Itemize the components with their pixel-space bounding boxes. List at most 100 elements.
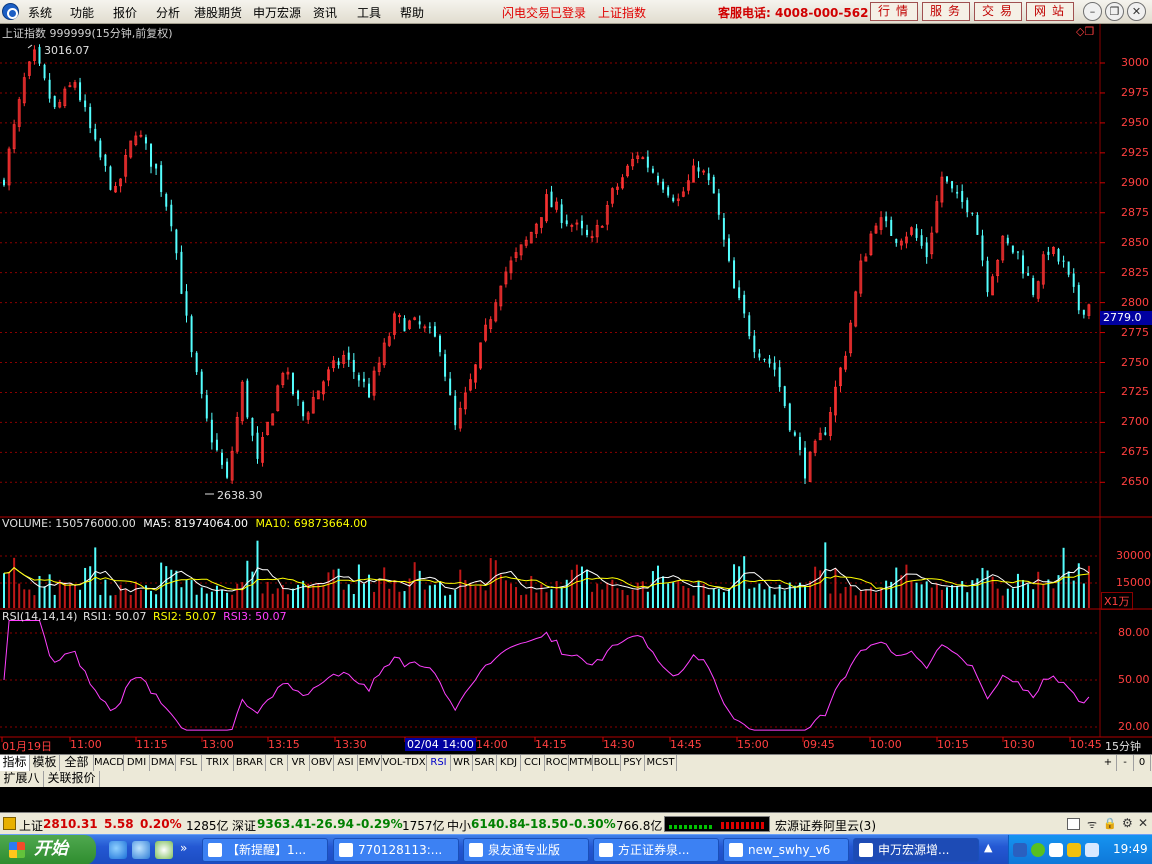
rsi-line bbox=[3, 620, 1090, 731]
taskbar-item-qq[interactable]: 770128113:... bbox=[333, 838, 459, 862]
tab-macd[interactable]: MACD bbox=[94, 755, 124, 771]
ie-icon[interactable] bbox=[109, 841, 127, 859]
sh-pct: 0.20% bbox=[140, 817, 182, 831]
status-signal-icon[interactable]: ᯤ bbox=[1087, 817, 1097, 832]
min-price-label: 2638.30 bbox=[217, 489, 263, 502]
candle-body bbox=[362, 378, 365, 382]
tab-mtm[interactable]: MTM bbox=[569, 755, 593, 771]
volume-bar bbox=[1032, 589, 1035, 608]
tab-control-0[interactable]: + bbox=[1100, 755, 1117, 771]
candle-body bbox=[976, 214, 979, 235]
broker-server[interactable]: 宏源证券阿里云(3) bbox=[775, 817, 876, 834]
volume-bar bbox=[788, 582, 791, 608]
volume-bar bbox=[276, 588, 279, 608]
volume-bar bbox=[104, 579, 107, 608]
volume-bar bbox=[362, 583, 365, 608]
tray-volume-icon[interactable] bbox=[1085, 843, 1099, 857]
browser-icon[interactable] bbox=[132, 841, 150, 859]
status-window-icon[interactable] bbox=[1067, 818, 1080, 830]
start-button[interactable]: 开始 bbox=[0, 835, 96, 864]
tray-keyboard-icon[interactable] bbox=[1013, 843, 1027, 857]
candle-body bbox=[43, 64, 46, 79]
taskbar-item-new-swhy[interactable]: new_swhy_v6 bbox=[723, 838, 849, 862]
tab-obv[interactable]: OBV bbox=[310, 755, 334, 771]
volume-bar bbox=[596, 583, 599, 608]
tab-brar[interactable]: BRAR bbox=[234, 755, 266, 771]
ma5-label: MA5: bbox=[143, 517, 171, 530]
taskbar-expand-icon[interactable]: ▲ bbox=[984, 841, 998, 859]
tab-kdj[interactable]: KDJ bbox=[497, 755, 521, 771]
volume-bar bbox=[84, 567, 87, 608]
volume-bar bbox=[550, 589, 553, 608]
tab--2[interactable]: 全部 bbox=[60, 755, 94, 771]
taskbar-more-icon[interactable]: » bbox=[180, 841, 190, 859]
volume-bar bbox=[509, 583, 512, 608]
candle-body bbox=[1022, 255, 1025, 274]
tab-fsl[interactable]: FSL bbox=[176, 755, 202, 771]
tab-emv[interactable]: EMV bbox=[358, 755, 382, 771]
price-tick-label: 2750 bbox=[1121, 355, 1149, 369]
tray-network-icon[interactable] bbox=[1049, 843, 1063, 857]
tab--0[interactable]: 指标 bbox=[0, 755, 30, 771]
kline-chart[interactable] bbox=[0, 0, 1152, 754]
volume-bar bbox=[271, 593, 274, 608]
volume-bar bbox=[43, 586, 46, 608]
tab-cci[interactable]: CCI bbox=[521, 755, 545, 771]
volume-bar bbox=[459, 569, 462, 608]
tab-mcst[interactable]: MCST bbox=[645, 755, 677, 771]
volume-bar bbox=[945, 587, 948, 608]
tray-shield-icon[interactable] bbox=[1067, 843, 1081, 857]
candle-body bbox=[890, 219, 893, 236]
time-tick-label: 09:45 bbox=[803, 738, 835, 751]
tab-asi[interactable]: ASI bbox=[334, 755, 358, 771]
tab-cr[interactable]: CR bbox=[266, 755, 288, 771]
candle-body bbox=[971, 212, 974, 214]
candle-body bbox=[657, 175, 659, 183]
volume-bar bbox=[905, 564, 908, 608]
volume-bar bbox=[286, 594, 289, 608]
tab-dmi[interactable]: DMI bbox=[124, 755, 150, 771]
price-tick-label: 2775 bbox=[1121, 325, 1149, 339]
chart-config-icon[interactable]: ◇❐ bbox=[1076, 25, 1094, 38]
status-lock-small-icon[interactable]: 🔒 bbox=[1103, 817, 1117, 830]
rsi1-value: 50.07 bbox=[115, 610, 147, 623]
tab-control-1[interactable]: - bbox=[1117, 755, 1134, 771]
status-close-icon[interactable]: ✕ bbox=[1138, 816, 1148, 830]
system-tray: 19:49 bbox=[1008, 835, 1152, 864]
tab-voltdx[interactable]: VOL-TDX bbox=[382, 755, 427, 771]
tab-trix[interactable]: TRIX bbox=[202, 755, 234, 771]
candle-body bbox=[753, 335, 756, 353]
taskbar-item-founder[interactable]: 方正证券泉... bbox=[593, 838, 719, 862]
volume-bar bbox=[712, 588, 715, 608]
tab-sar[interactable]: SAR bbox=[473, 755, 497, 771]
tab-dma[interactable]: DMA bbox=[150, 755, 176, 771]
tray-play-icon[interactable] bbox=[1031, 843, 1045, 857]
status-settings-icon[interactable]: ⚙ bbox=[1122, 816, 1133, 830]
volume-unit: X1万 bbox=[1101, 592, 1133, 610]
tab-psy[interactable]: PSY bbox=[621, 755, 645, 771]
tab-control-2[interactable]: 0 bbox=[1134, 755, 1151, 771]
tab-related-quote[interactable]: 关联报价 bbox=[44, 771, 100, 787]
candle-body bbox=[763, 358, 766, 360]
volume-bar bbox=[682, 585, 685, 608]
taskbar-item-reminder[interactable]: 【新提醒】1... bbox=[202, 838, 328, 862]
tab-extended-8[interactable]: 扩展八 bbox=[0, 771, 44, 787]
period-label[interactable]: 15分钟 bbox=[1105, 738, 1141, 754]
candle-body bbox=[205, 395, 208, 419]
tab-vr[interactable]: VR bbox=[288, 755, 310, 771]
desktop-icon[interactable] bbox=[155, 841, 173, 859]
candle-body bbox=[758, 353, 761, 358]
tab-boll[interactable]: BOLL bbox=[593, 755, 621, 771]
tab-wr[interactable]: WR bbox=[451, 755, 473, 771]
price-tick-label: 2900 bbox=[1121, 175, 1149, 189]
tab-roc[interactable]: ROC bbox=[545, 755, 569, 771]
candle-body bbox=[195, 352, 198, 373]
ma10-label: MA10: bbox=[255, 517, 291, 530]
taskbar-item-quanyoutong[interactable]: 泉友通专业版 bbox=[463, 838, 589, 862]
tab--1[interactable]: 模板 bbox=[30, 755, 60, 771]
volume-bar bbox=[215, 585, 218, 608]
candle-body bbox=[586, 229, 589, 235]
taskbar-item-swhy[interactable]: 申万宏源增... bbox=[853, 838, 979, 862]
tab-rsi[interactable]: RSI bbox=[427, 755, 451, 771]
status-lock-icon[interactable] bbox=[3, 817, 16, 830]
